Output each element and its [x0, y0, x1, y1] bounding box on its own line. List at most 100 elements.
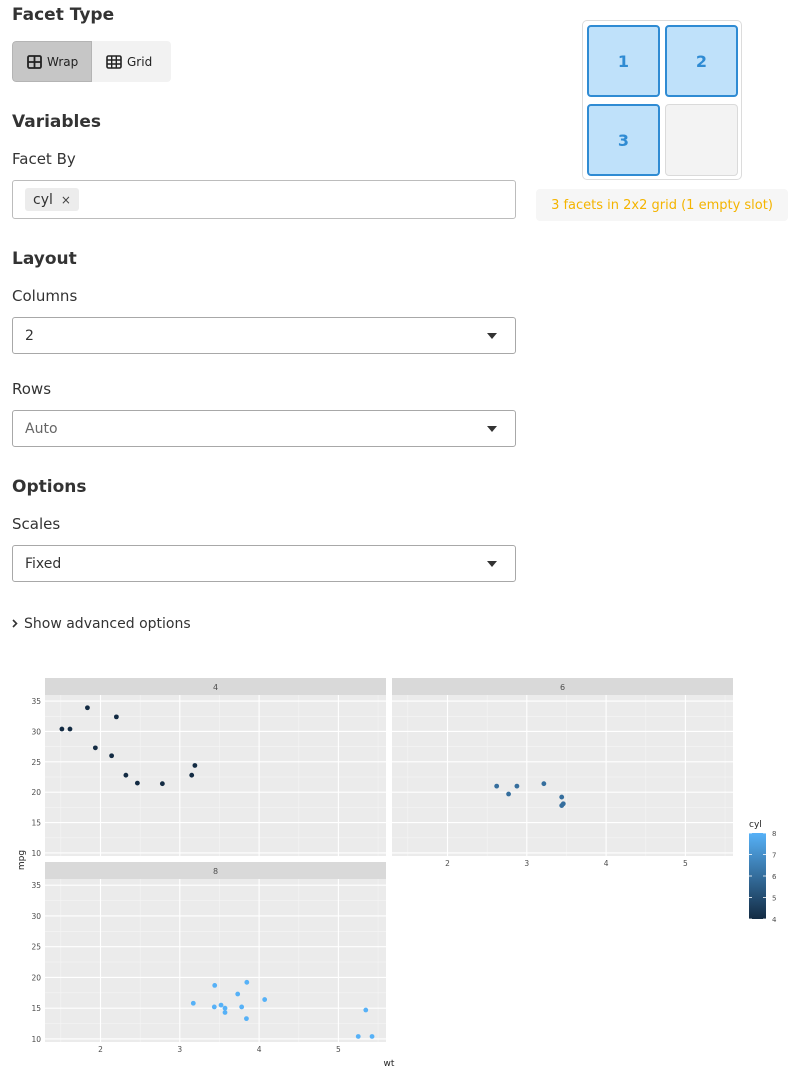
chevron-down-icon: [487, 560, 497, 567]
data-point: [494, 783, 500, 789]
rows-label: Rows: [12, 380, 52, 398]
y-tick-label: 10: [31, 1035, 41, 1044]
scales-select[interactable]: Fixed: [12, 545, 516, 582]
data-point: [244, 1016, 249, 1022]
x-tick-label: 5: [336, 1045, 341, 1054]
facet-strip-label: 6: [560, 683, 565, 692]
facet-by-input[interactable]: cyl ×: [12, 180, 516, 219]
y-tick-label: 20: [31, 973, 41, 982]
x-tick-label: 3: [177, 1045, 182, 1054]
chevron-down-icon: [487, 425, 497, 432]
data-point: [222, 1005, 228, 1011]
data-point: [363, 1007, 369, 1013]
data-point: [189, 772, 195, 778]
x-tick-label: 5: [683, 859, 688, 868]
facet-panel-4: 4 10 15 20 25 30 35: [31, 678, 386, 858]
y-axis-title: mpg: [17, 850, 27, 870]
chevron-down-icon: [487, 332, 497, 339]
data-point: [134, 780, 140, 786]
x-tick-label: 2: [98, 1045, 103, 1054]
scales-label: Scales: [12, 515, 61, 533]
facet-type-toggle: Wrap Grid: [12, 41, 171, 82]
preview-cell-3: 3: [587, 104, 660, 176]
data-point: [514, 783, 520, 789]
legend-tick-label: 5: [772, 895, 776, 903]
options-heading: Options: [12, 477, 87, 497]
panel-background: [392, 695, 733, 856]
data-point: [244, 979, 250, 985]
data-point: [239, 1004, 245, 1010]
legend-title: cyl: [749, 820, 762, 830]
y-tick-label: 20: [31, 788, 41, 797]
wrap-grid-icon: [27, 54, 42, 69]
data-point: [355, 1034, 361, 1039]
grid-button[interactable]: Grid: [92, 41, 171, 82]
y-tick-label: 15: [31, 819, 41, 828]
data-point: [59, 726, 65, 732]
panel-background: [45, 879, 386, 1042]
legend-tick-label: 6: [772, 873, 777, 881]
grid-label: Grid: [127, 54, 153, 69]
color-legend: cyl 8 7 6 5 4: [749, 820, 777, 924]
x-tick-label: 4: [257, 1045, 262, 1054]
y-tick-label: 25: [31, 943, 41, 952]
facet-tag: cyl ×: [25, 188, 79, 211]
facet-panel-6: 6 2 3 4 5: [392, 678, 733, 868]
data-point: [559, 803, 565, 808]
x-axis-title: wt: [384, 1059, 395, 1069]
data-point: [369, 1034, 375, 1039]
data-point: [222, 1010, 228, 1015]
columns-value: 2: [25, 327, 34, 344]
data-point: [159, 781, 165, 787]
scales-value: Fixed: [25, 555, 62, 572]
data-point: [85, 705, 90, 711]
y-tick-label: 35: [31, 881, 41, 890]
wrap-label: Wrap: [47, 54, 79, 69]
table-grid-icon: [106, 54, 122, 69]
legend-tick-label: 8: [772, 830, 776, 838]
wrap-button[interactable]: Wrap: [12, 41, 92, 82]
layout-summary: 3 facets in 2x2 grid (1 empty slot): [536, 189, 788, 221]
columns-select[interactable]: 2: [12, 317, 516, 354]
y-tick-label: 30: [31, 727, 41, 736]
data-point: [67, 726, 73, 732]
data-point: [506, 791, 511, 797]
facet-panel-8: 8 10 15 20 25 30 35 2 3 4 5: [31, 862, 386, 1054]
facet-tag-label: cyl: [33, 191, 53, 208]
chevron-right-icon: [12, 616, 18, 632]
preview-cell-2: 2: [665, 25, 738, 97]
advanced-options-label: Show advanced options: [24, 616, 191, 632]
facet-strip-label: 4: [213, 683, 218, 692]
variables-heading: Variables: [12, 112, 102, 132]
data-point: [541, 781, 547, 787]
preview-cell-empty: [665, 104, 738, 176]
layout-heading: Layout: [12, 249, 77, 269]
y-tick-label: 25: [31, 758, 41, 767]
layout-preview: 1 2 3: [582, 20, 742, 180]
columns-label: Columns: [12, 287, 78, 305]
data-point: [92, 745, 98, 751]
facet-plot: 4 10 15 20 25 30 35 6 2 3 4 5 8 10 15 20 25 30 35 2 3 4 5 wt mpg…: [17, 678, 777, 1069]
y-tick-label: 15: [31, 1004, 41, 1013]
preview-cell-1: 1: [587, 25, 660, 97]
facet-by-label: Facet By: [12, 150, 76, 168]
rows-select[interactable]: Auto: [12, 410, 516, 447]
data-point: [212, 983, 218, 988]
y-tick-label: 10: [31, 849, 41, 858]
data-point: [235, 991, 241, 997]
advanced-options-toggle[interactable]: Show advanced options: [12, 616, 191, 632]
data-point: [113, 714, 119, 720]
facet-type-heading: Facet Type: [12, 5, 115, 25]
data-point: [109, 753, 115, 759]
y-tick-label: 35: [31, 697, 41, 706]
data-point: [262, 997, 268, 1002]
remove-tag-icon[interactable]: ×: [61, 193, 71, 207]
data-point: [192, 763, 198, 768]
data-point: [211, 1004, 217, 1010]
x-tick-label: 4: [604, 859, 609, 868]
data-point: [190, 1000, 196, 1006]
rows-value: Auto: [25, 420, 58, 437]
legend-tick-label: 7: [772, 852, 776, 860]
facet-strip-label: 8: [213, 867, 218, 876]
legend-tick-label: 4: [772, 916, 777, 924]
